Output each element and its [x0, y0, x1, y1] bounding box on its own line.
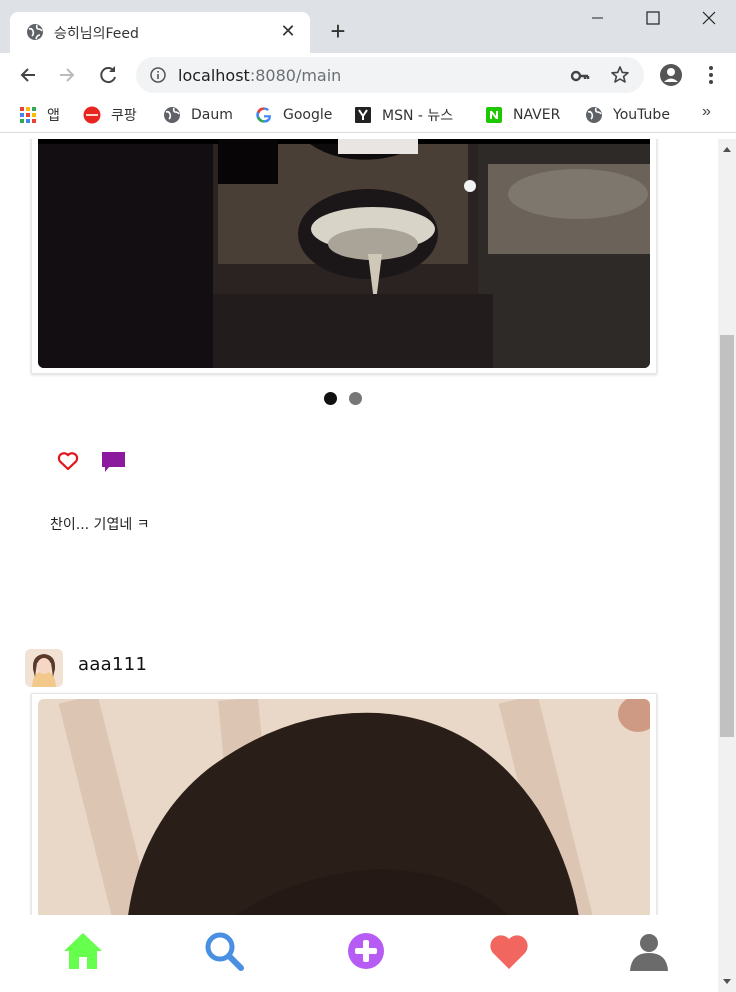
profile-icon[interactable]	[627, 929, 671, 973]
back-arrow-icon[interactable]	[14, 61, 42, 89]
bookmark-label: 쿠팡	[111, 108, 137, 124]
post-photo[interactable]	[38, 139, 650, 368]
msn-icon	[355, 107, 371, 123]
page-viewport: 찬이... 기엽네 ㅋ aaa111	[0, 139, 718, 992]
avatar[interactable]	[25, 649, 63, 687]
new-tab-button[interactable]: +	[326, 18, 350, 44]
close-tab-icon[interactable]: ✕	[278, 21, 298, 41]
heart-icon[interactable]	[487, 929, 531, 973]
bookmark-label: YouTube	[613, 107, 670, 123]
globe-icon	[164, 107, 180, 123]
bookmark-apps[interactable]: 앱	[19, 105, 60, 125]
url-host: localhost	[178, 66, 250, 85]
bookmark-coupang[interactable]: 쿠팡	[83, 105, 137, 125]
bookmark-label: NAVER	[513, 107, 561, 123]
bottom-nav	[0, 915, 718, 992]
bookmarks-overflow-button[interactable]: »	[702, 103, 711, 121]
carousel-dot-1[interactable]	[324, 392, 337, 405]
key-icon[interactable]	[570, 66, 590, 86]
tab-title: 승히님의Feed	[54, 26, 139, 42]
carousel-dots	[324, 392, 362, 405]
bookmark-google[interactable]: Google	[255, 105, 332, 125]
star-icon[interactable]	[610, 65, 630, 85]
comment-icon[interactable]	[101, 450, 126, 474]
post-caption: 찬이... 기엽네 ㅋ	[50, 517, 150, 533]
apps-grid-icon	[20, 107, 36, 123]
reload-icon[interactable]	[94, 61, 122, 89]
bookmark-msn[interactable]: MSN - 뉴스	[354, 105, 453, 125]
search-icon[interactable]	[202, 929, 246, 973]
post-image-frame	[31, 139, 657, 374]
bookmark-daum[interactable]: Daum	[163, 105, 233, 125]
avatar-photo	[25, 649, 63, 687]
bookmark-label: 앱	[47, 108, 60, 124]
add-icon[interactable]	[344, 929, 388, 973]
bookmark-naver[interactable]: NAVER	[485, 105, 560, 125]
google-icon	[256, 107, 271, 123]
forward-arrow-icon[interactable]	[53, 61, 81, 89]
address-bar[interactable]: localhost:8080/main	[136, 57, 644, 93]
account-icon[interactable]	[657, 61, 685, 89]
maximize-icon[interactable]	[625, 0, 681, 36]
menu-dots-icon[interactable]	[697, 61, 725, 89]
minimize-icon[interactable]	[570, 0, 626, 36]
coupang-icon	[83, 106, 101, 124]
scrollbar-thumb[interactable]	[720, 335, 734, 737]
globe-icon	[586, 107, 602, 123]
bookmarks-bar: 앱 쿠팡 Daum Google MSN - 뉴스 NAVER YouTube …	[0, 97, 736, 133]
url-path: :8080/main	[249, 66, 342, 85]
like-heart-icon[interactable]	[56, 449, 80, 473]
bookmark-label: MSN - 뉴스	[382, 108, 454, 124]
chandelier-photo	[38, 139, 650, 368]
post-username[interactable]: aaa111	[78, 654, 147, 675]
url-text: localhost:8080/main	[178, 66, 341, 85]
bookmark-label: Google	[283, 107, 333, 123]
browser-tab[interactable]: 승히님의Feed ✕	[10, 12, 310, 53]
scroll-down-arrow-icon[interactable]	[718, 976, 736, 988]
globe-icon	[27, 24, 43, 40]
home-icon[interactable]	[61, 929, 105, 973]
info-icon[interactable]	[150, 67, 166, 83]
vertical-scrollbar[interactable]	[718, 139, 736, 992]
browser-toolbar: localhost:8080/main	[0, 53, 736, 97]
carousel-dot-2[interactable]	[349, 392, 362, 405]
naver-icon	[486, 107, 502, 123]
window-close-icon[interactable]	[681, 0, 736, 36]
bookmark-youtube[interactable]: YouTube	[585, 105, 670, 125]
bookmark-label: Daum	[191, 107, 233, 123]
tab-strip: 승히님의Feed ✕ +	[0, 0, 736, 53]
scroll-up-arrow-icon[interactable]	[718, 143, 736, 155]
